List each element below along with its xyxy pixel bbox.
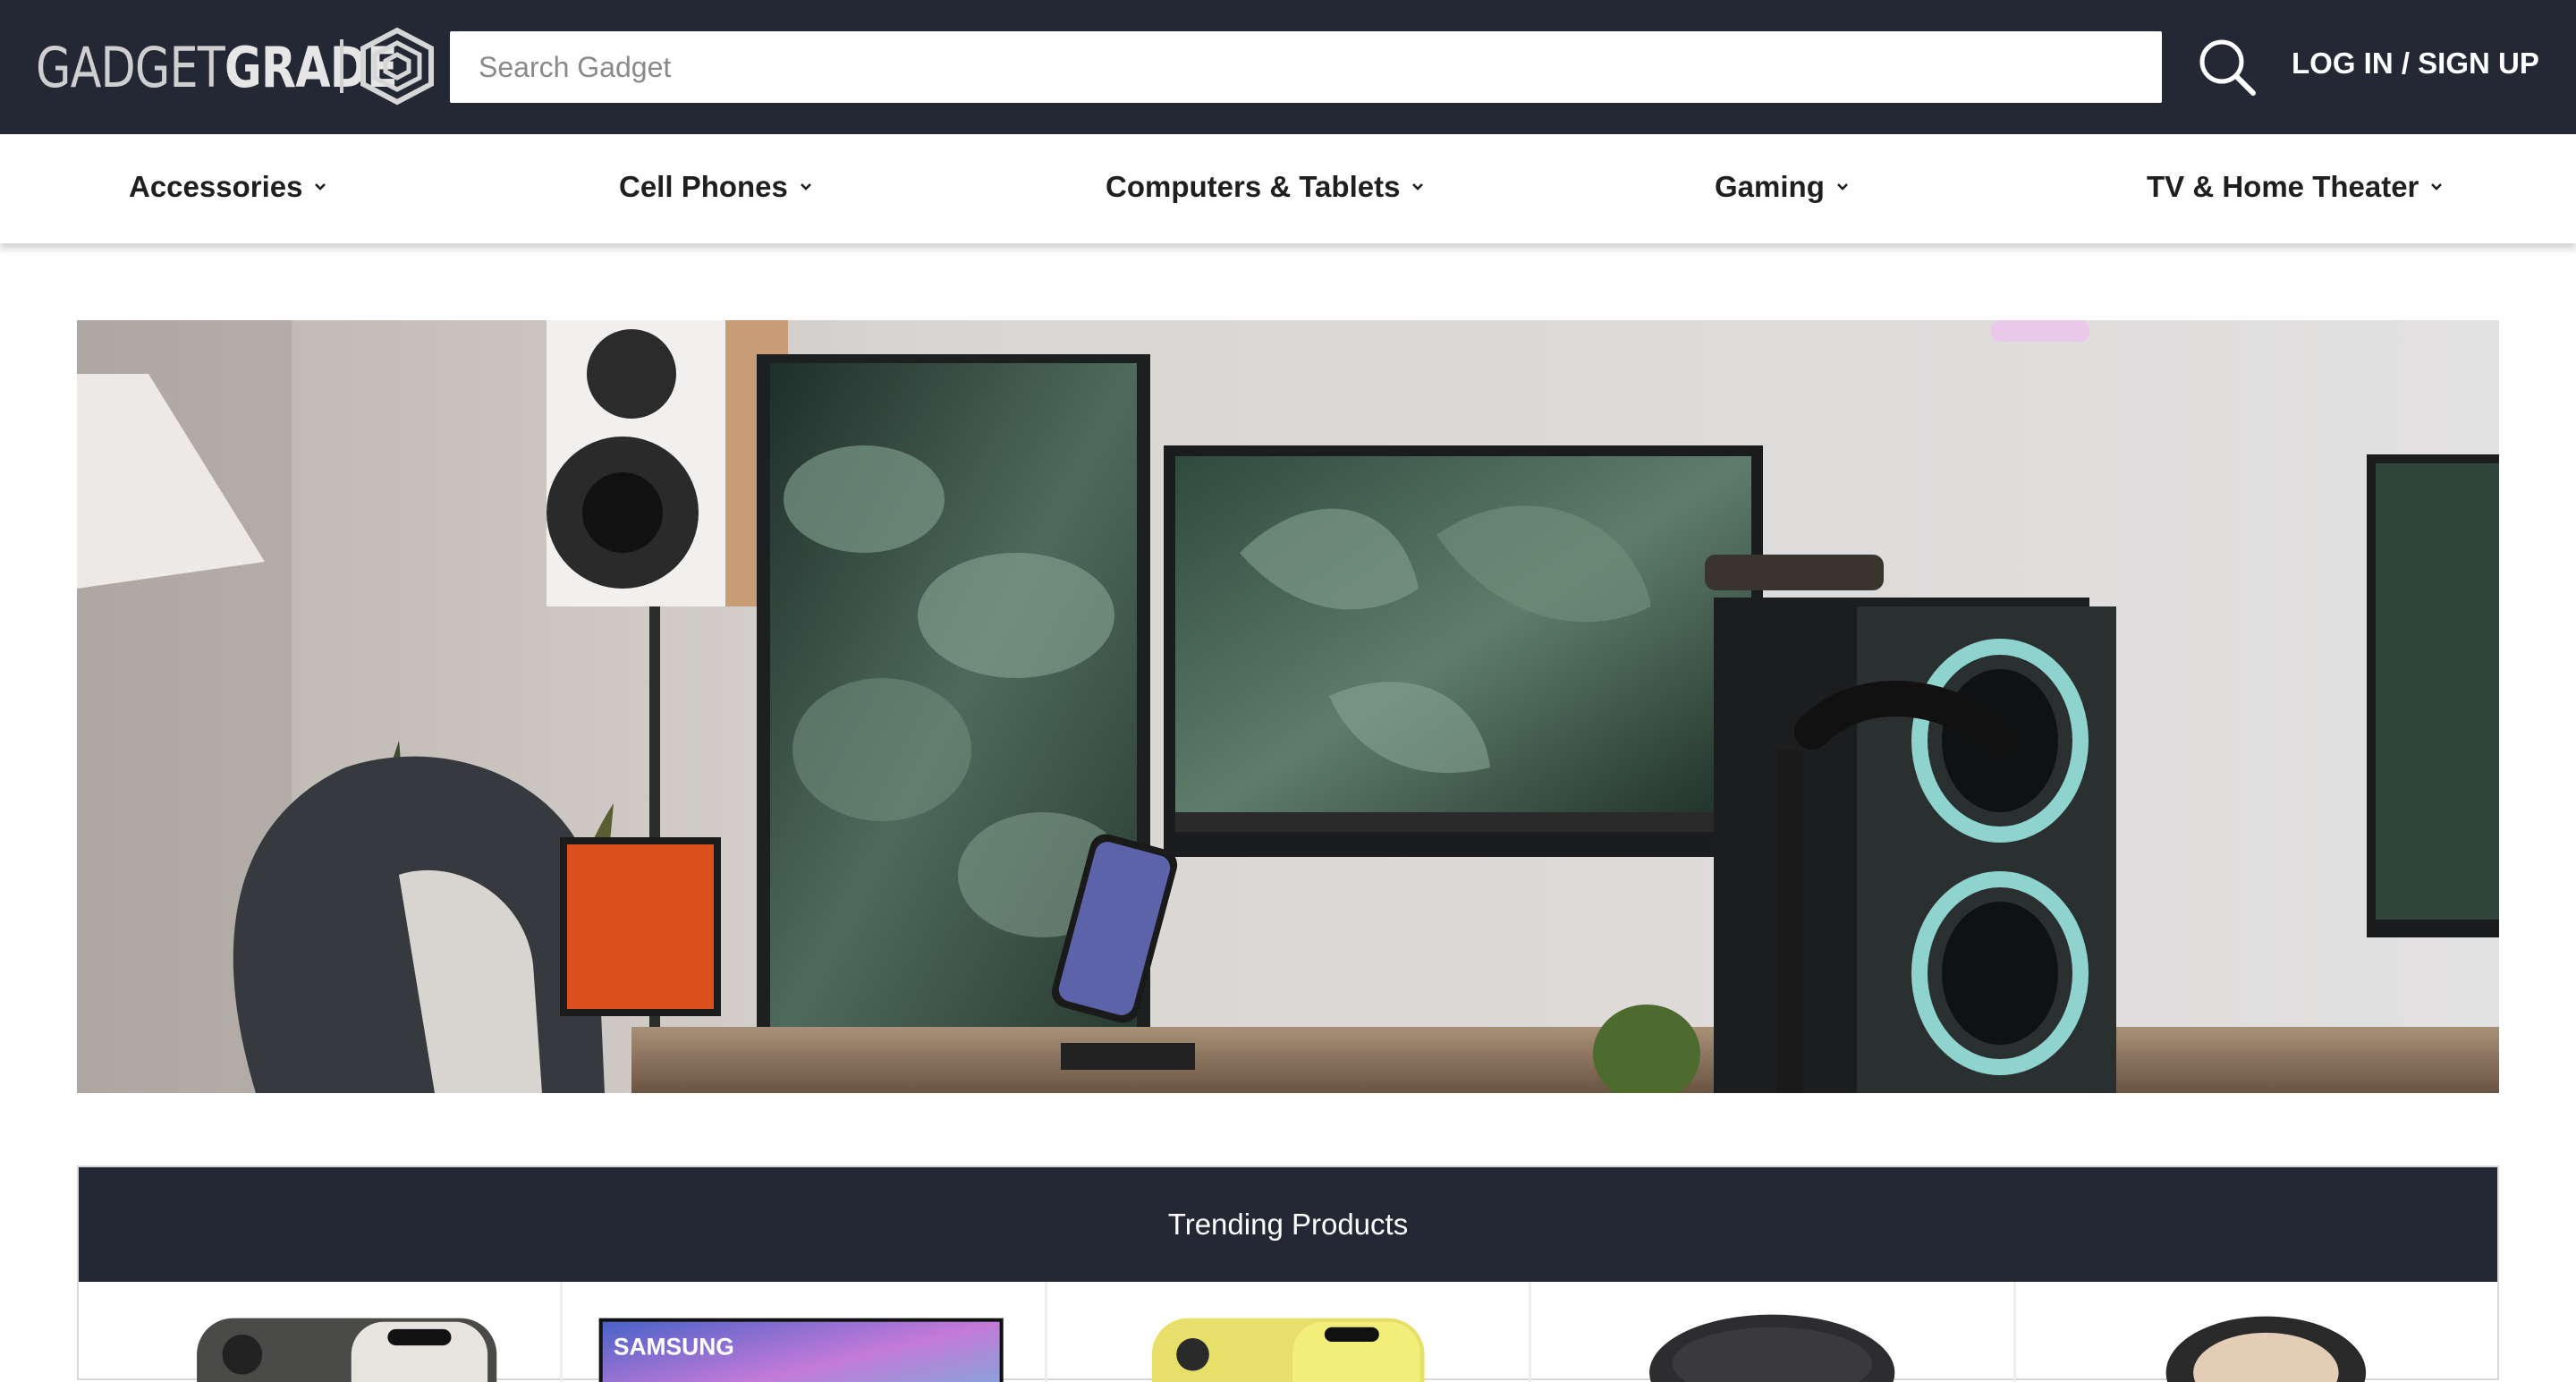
phone-graphite-image [197, 1318, 497, 1382]
search-icon[interactable] [2196, 36, 2258, 98]
trending-products-section: Trending Products SAMSUNG [77, 1166, 2499, 1382]
chevron-down-icon [1836, 183, 1848, 191]
chevron-down-icon [315, 183, 326, 191]
nav-item-tv-home-theater[interactable]: TV & Home Theater [2147, 170, 2444, 204]
product-card[interactable] [79, 1282, 564, 1382]
hero-banner[interactable] [77, 320, 2499, 1093]
category-nav: Accessories Cell Phones Computers & Tabl… [0, 134, 2576, 243]
nav-item-label: TV & Home Theater [2147, 170, 2419, 203]
top-header: GADGETGRADE LOG IN / SIGN UP [0, 0, 2576, 134]
nav-item-gaming[interactable]: Gaming [1715, 170, 1850, 204]
product-card[interactable]: SAMSUNG [563, 1282, 1047, 1382]
trending-title: Trending Products [1167, 1208, 1409, 1241]
logo-divider [340, 39, 343, 93]
chevron-down-icon [800, 183, 811, 191]
nav-item-label: Gaming [1715, 170, 1825, 203]
product-card[interactable] [1531, 1282, 2016, 1382]
samsung-tv-image: SAMSUNG [599, 1318, 1004, 1382]
chevron-down-icon [2431, 183, 2443, 191]
beige-headphones-image [2165, 1316, 2366, 1382]
nav-item-computers-tablets[interactable]: Computers & Tablets [1106, 170, 1425, 204]
nav-item-accessories[interactable]: Accessories [129, 170, 327, 204]
hexagon-logo-icon [360, 27, 434, 106]
hero-desk-setup-image [77, 320, 2499, 1093]
tv-brand-caption: SAMSUNG [614, 1333, 734, 1360]
product-card[interactable] [1047, 1282, 1532, 1382]
search-input[interactable] [450, 31, 2162, 103]
black-speaker-image [1649, 1314, 1895, 1382]
login-signup-link[interactable]: LOG IN / SIGN UP [2292, 47, 2539, 81]
brand-wordmark-light: GADGET [36, 34, 225, 100]
product-card[interactable] [2016, 1282, 2497, 1382]
search-bar [450, 31, 2162, 103]
brand-logo[interactable]: GADGETGRADE [36, 27, 477, 107]
trending-product-list: SAMSUNG [79, 1282, 2497, 1382]
phone-yellow-image [1151, 1318, 1425, 1382]
nav-item-label: Accessories [129, 170, 303, 203]
nav-item-label: Computers & Tablets [1106, 170, 1401, 203]
nav-item-cell-phones[interactable]: Cell Phones [619, 170, 813, 204]
nav-item-label: Cell Phones [619, 170, 788, 203]
chevron-down-icon [1412, 183, 1424, 191]
trending-header: Trending Products [79, 1167, 2497, 1282]
